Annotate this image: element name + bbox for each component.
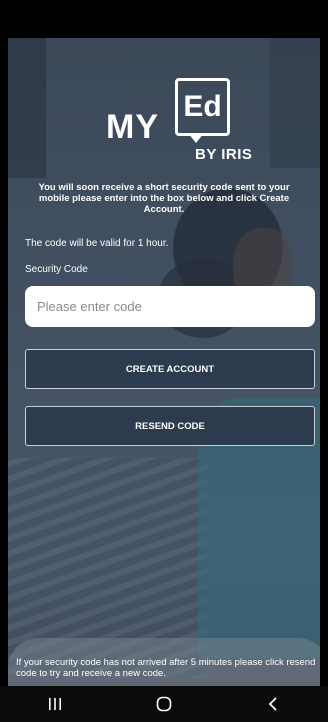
validity-text: The code will be valid for 1 hour. xyxy=(25,238,169,249)
myed-logo: MY Ed BY IRIS xyxy=(0,78,328,188)
home-button[interactable] xyxy=(134,686,194,722)
security-code-label: Security Code xyxy=(25,264,88,275)
recents-icon xyxy=(48,698,61,710)
logo-ed-box: Ed xyxy=(175,78,230,136)
logo-by-iris-text: BY IRIS xyxy=(195,146,253,163)
logo-speech-tail xyxy=(188,133,204,143)
resend-code-button[interactable]: RESEND CODE xyxy=(25,406,315,446)
back-icon xyxy=(269,697,277,711)
security-code-input[interactable] xyxy=(25,286,315,327)
android-navigation-bar xyxy=(0,686,328,722)
status-bar xyxy=(0,0,328,38)
intro-text: You will soon receive a short security c… xyxy=(38,182,290,215)
home-icon xyxy=(156,696,172,712)
create-account-button[interactable]: CREATE ACCOUNT xyxy=(25,349,315,389)
back-button[interactable] xyxy=(243,686,303,722)
logo-my-text: MY xyxy=(106,108,159,146)
recents-button[interactable] xyxy=(25,686,85,722)
footer-note: If your security code has not arrived af… xyxy=(16,657,316,679)
logo-ed-text: Ed xyxy=(183,90,222,123)
